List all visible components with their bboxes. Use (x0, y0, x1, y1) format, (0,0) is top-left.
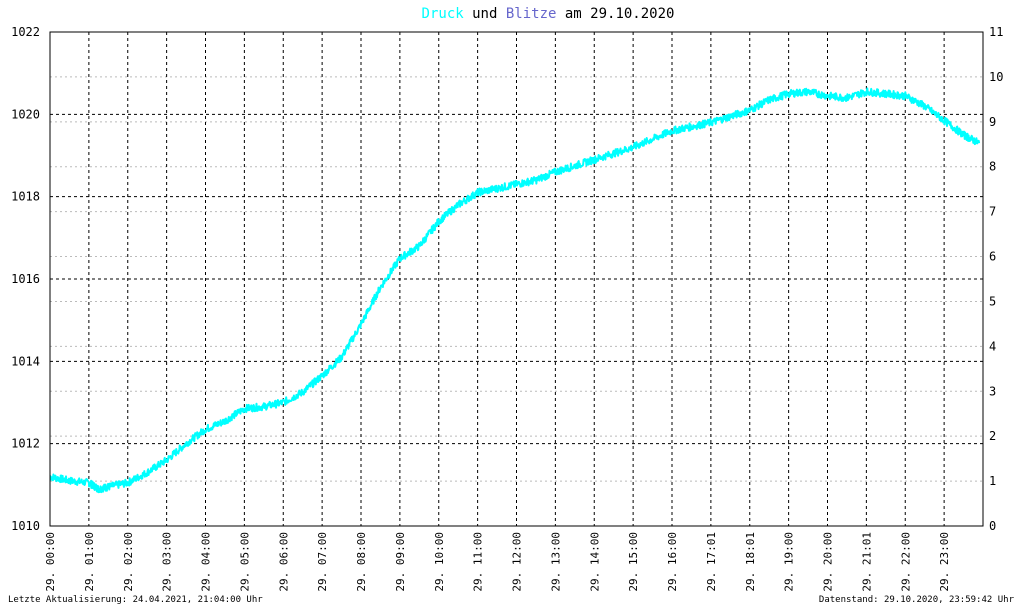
x-tick-label: 29. 08:00 (355, 532, 368, 592)
x-tick-label: 29. 10:00 (433, 532, 446, 592)
x-tick-label: 29. 23:00 (938, 532, 951, 592)
title-druck: Druck (422, 6, 465, 22)
title-und: und (464, 6, 506, 22)
y-right-tick-label: 0 (989, 519, 996, 533)
x-tick-label: 29. 09:00 (394, 532, 407, 592)
y-right-tick-label: 8 (989, 160, 996, 174)
y-left-tick-label: 1020 (11, 107, 40, 121)
x-tick-label: 29. 17:01 (705, 532, 718, 592)
x-tick-label: 29. 18:01 (744, 532, 757, 592)
x-tick-label: 29. 20:00 (822, 532, 835, 592)
x-tick-label: 29. 06:00 (277, 532, 290, 592)
chart-svg: 0 1 2 3 4 5 6 7 8 9 10 11 1010 1012 1014 1016 1018 1020 10… (0, 0, 1020, 606)
y-right-tick-label: 4 (989, 339, 996, 353)
x-tick-label: 29. 19:00 (783, 532, 796, 592)
y-right-tick-label: 10 (989, 70, 1003, 84)
y-right-tick-label: 3 (989, 384, 996, 398)
x-tick-label: 29. 11:00 (472, 532, 485, 592)
y-right-tick-label: 7 (989, 205, 996, 219)
x-tick-label: 29. 13:00 (549, 532, 562, 592)
x-tick-label: 29. 01:00 (83, 532, 96, 592)
y-left-tick-label: 1014 (11, 354, 40, 368)
y-left-tick-label: 1012 (11, 437, 40, 451)
y-left-tick-label: 1010 (11, 519, 40, 533)
y-right-tick-label: 2 (989, 429, 996, 443)
y-left-tick-label: 1018 (11, 190, 40, 204)
x-tick-label: 29. 00:00 (44, 532, 57, 592)
x-tick-label: 29. 04:00 (200, 532, 213, 592)
x-tick-label: 29. 05:00 (238, 532, 251, 592)
chart-title: Druck und Blitze am 29.10.2020 (422, 6, 675, 22)
x-tick-label: 29. 02:00 (122, 532, 135, 592)
y-right-tick-label: 9 (989, 115, 996, 129)
chart: 0 1 2 3 4 5 6 7 8 9 10 11 1010 1012 1014 1016 1018 1020 10… (0, 0, 1020, 606)
title-date: am 29.10.2020 (556, 6, 674, 22)
x-tick-label: 29. 03:00 (161, 532, 174, 592)
y-right-tick-label: 11 (989, 25, 1003, 39)
x-tick-label: 29. 07:00 (316, 532, 329, 592)
x-tick-label: 29. 16:00 (666, 532, 679, 592)
y-left-tick-label: 1016 (11, 272, 40, 286)
x-tick-label: 29. 21:01 (860, 532, 873, 592)
x-tick-label: 29. 14:00 (588, 532, 601, 592)
y-right-tick-label: 6 (989, 250, 996, 264)
y-right-tick-label: 1 (989, 474, 996, 488)
x-tick-label: 29. 12:00 (511, 532, 524, 592)
x-tick-label: 29. 15:00 (627, 532, 640, 592)
x-tick-label: 29. 22:00 (899, 532, 912, 592)
title-blitze: Blitze (506, 6, 557, 22)
footer-last-update: Letzte Aktualisierung: 24.04.2021, 21:04… (8, 595, 263, 605)
footer-data-status: Datenstand: 29.10.2020, 23:59:42 Uhr (819, 595, 1015, 605)
y-right-tick-label: 5 (989, 294, 996, 308)
y-left-tick-label: 1022 (11, 25, 40, 39)
